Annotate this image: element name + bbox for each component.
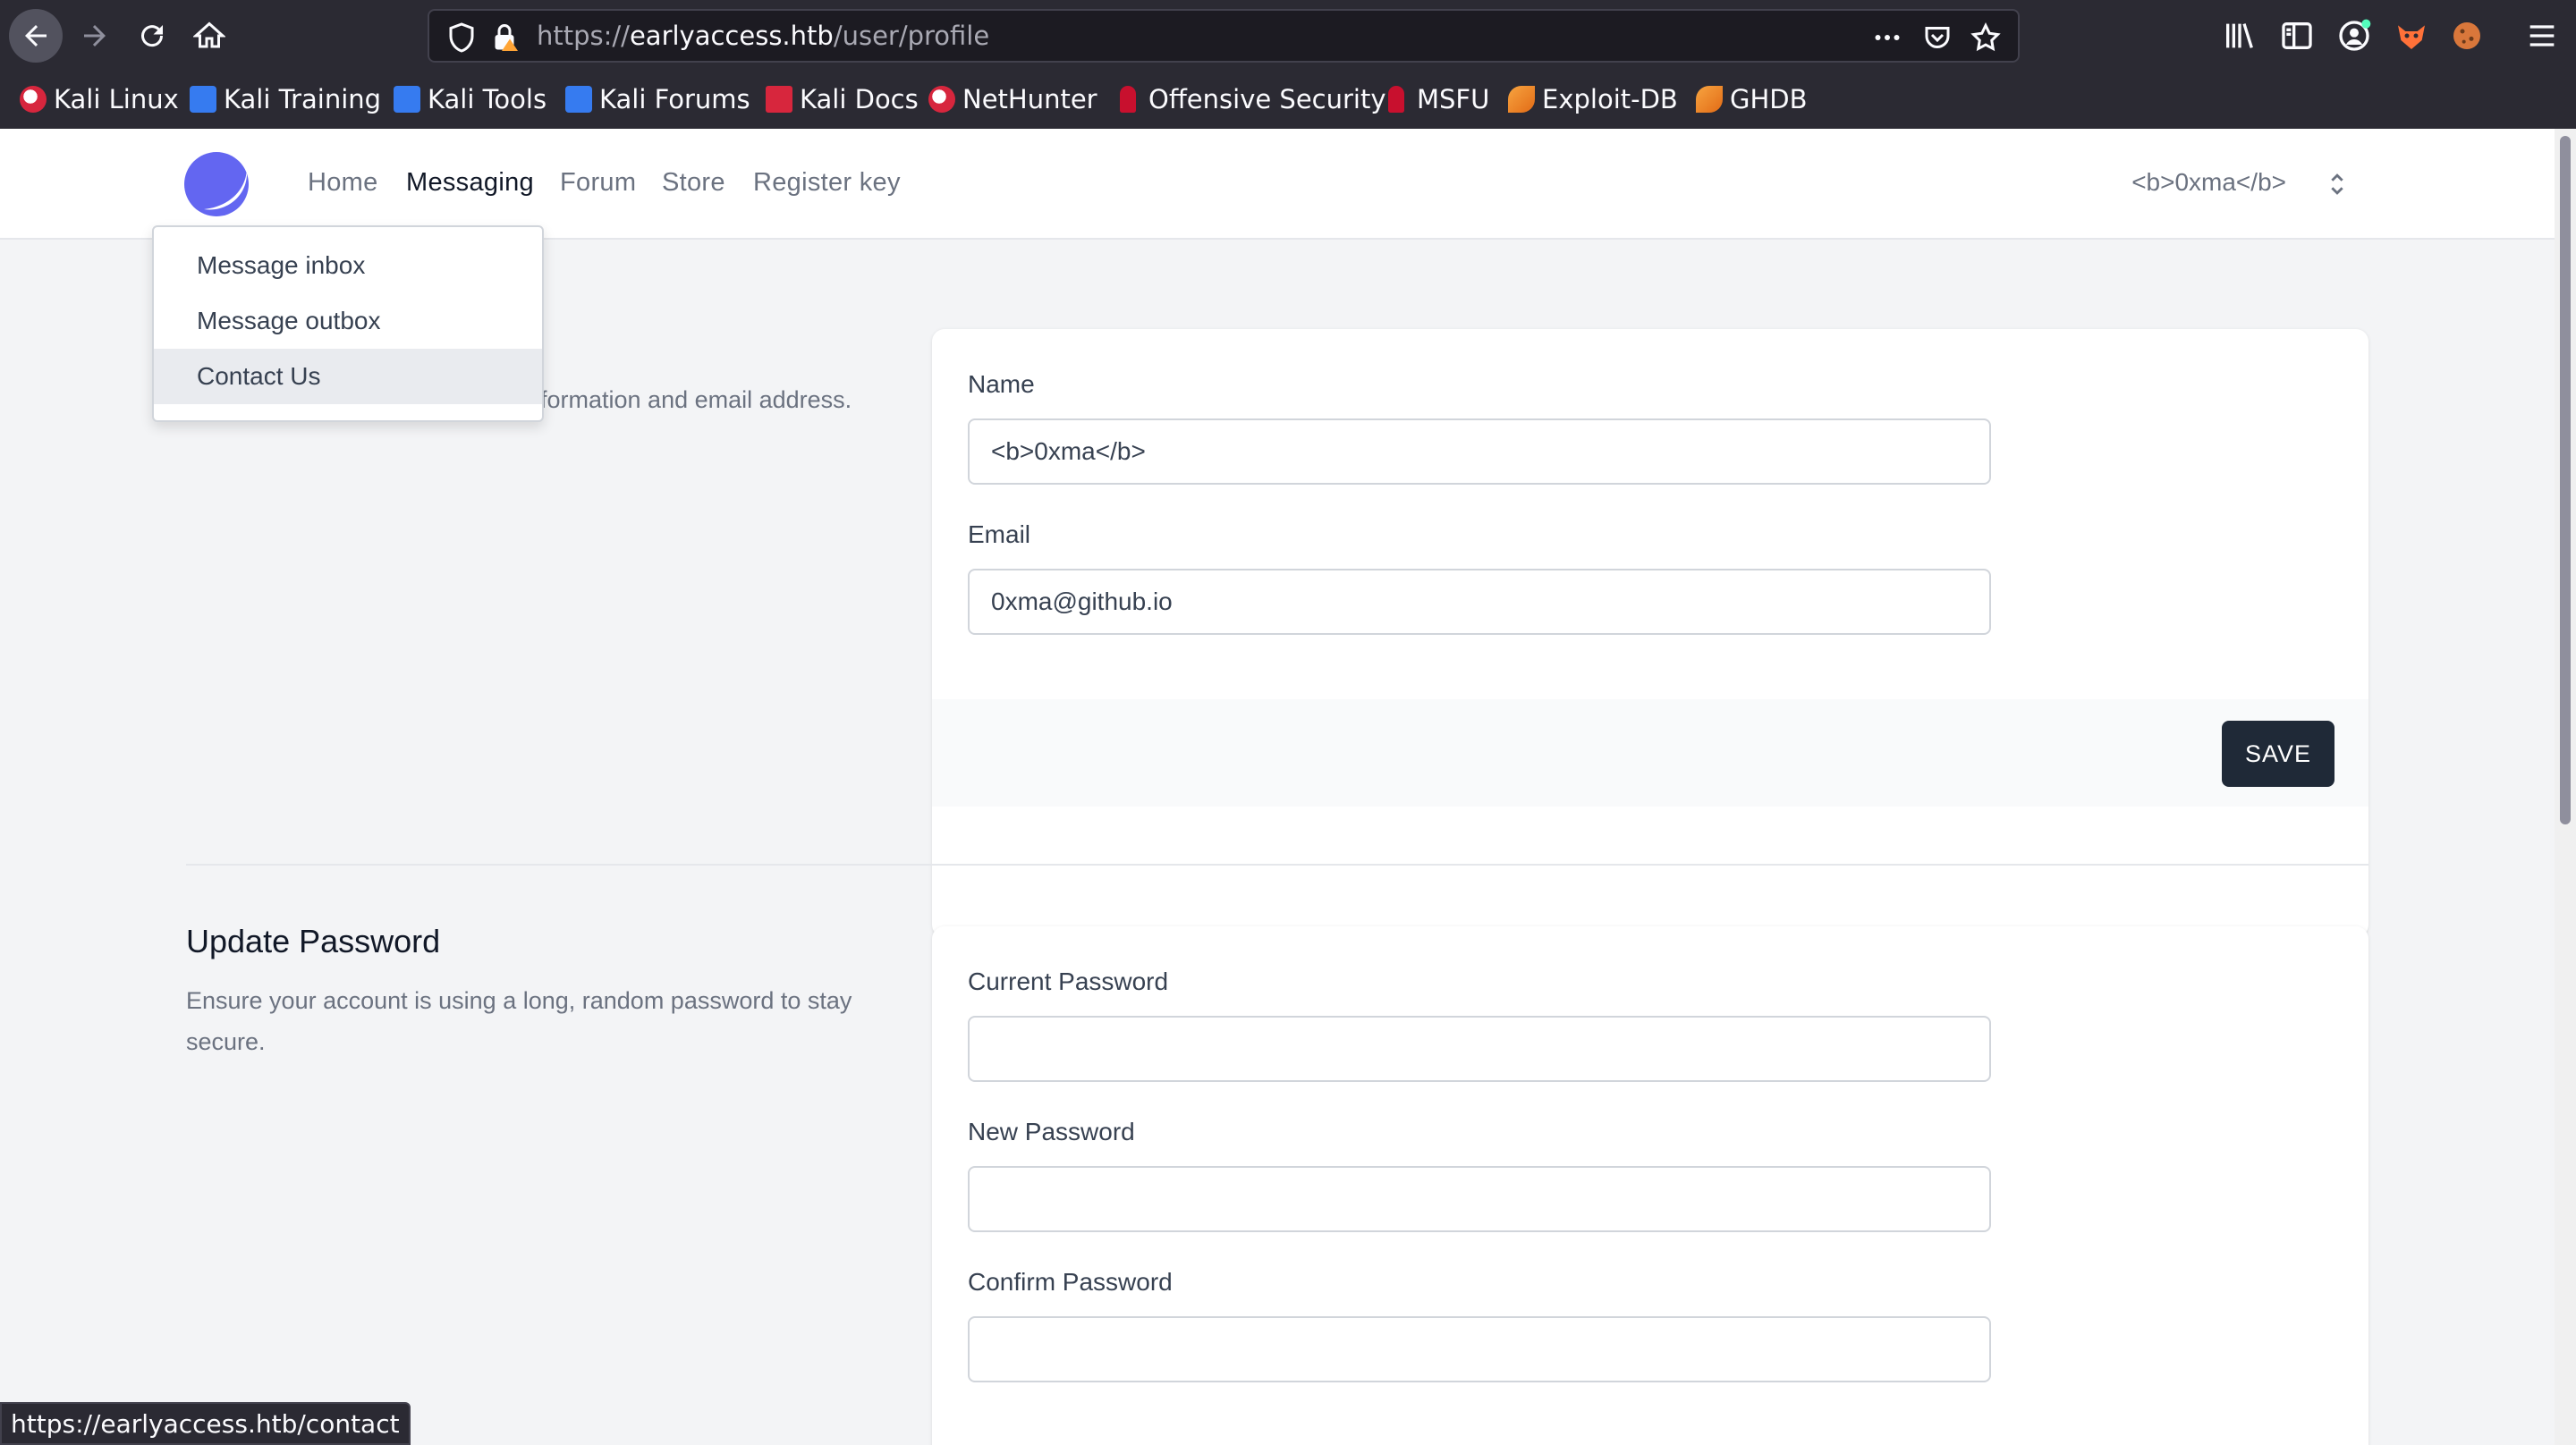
profile-description: formation and email address. <box>540 386 852 413</box>
bookmark-kali-tools[interactable]: Kali Tools <box>394 79 547 120</box>
dropdown-item-contact-us[interactable]: Contact Us <box>154 349 542 404</box>
kali-tools-icon <box>394 86 420 113</box>
nav-home[interactable]: Home <box>308 165 378 200</box>
bookmark-ghdb[interactable]: GHDB <box>1696 79 1808 120</box>
email-label: Email <box>968 520 1031 548</box>
update-password-title: Update Password <box>186 923 441 959</box>
account-icon[interactable] <box>2336 18 2372 54</box>
current-password-field[interactable] <box>968 1016 1991 1082</box>
confirm-password-label: Confirm Password <box>968 1268 1173 1296</box>
update-password-desc-line2: secure. <box>186 1028 266 1055</box>
bookmark-kali-linux[interactable]: Kali Linux <box>20 79 179 120</box>
bookmark-label: MSFU <box>1417 84 1490 114</box>
bookmark-msfu[interactable]: MSFU <box>1383 79 1489 120</box>
link-status-bar: https://earlyaccess.htb/contact <box>0 1402 411 1445</box>
bookmark-kali-docs[interactable]: Kali Docs <box>766 79 919 120</box>
messaging-dropdown: Message inbox Message outbox Contact Us <box>152 225 544 422</box>
chevron-up-down-icon[interactable] <box>2322 168 2352 200</box>
top-navbar: Home Messaging Forum Store Register key … <box>0 129 2555 240</box>
shield-icon[interactable] <box>445 21 478 54</box>
browser-toolbar: https://earlyaccess.htb/user/profile <box>0 0 2576 72</box>
page-viewport: Home Messaging Forum Store Register key … <box>0 129 2555 1445</box>
home-icon <box>193 21 225 48</box>
url-host: earlyaccess.htb <box>629 21 834 51</box>
bookmark-star-icon[interactable] <box>1970 21 2002 54</box>
bookmark-label: Exploit-DB <box>1542 84 1678 114</box>
forward-button[interactable] <box>68 9 122 63</box>
bookmark-nethunter[interactable]: NetHunter <box>928 79 1097 120</box>
nav-register-key[interactable]: Register key <box>753 165 901 200</box>
library-icon[interactable] <box>2222 18 2258 54</box>
url-bar[interactable]: https://earlyaccess.htb/user/profile <box>428 9 2020 63</box>
bookmark-label: Kali Training <box>224 84 382 114</box>
offsec-icon <box>1120 86 1136 113</box>
msfu-icon <box>1388 86 1404 113</box>
kali-training-icon <box>190 86 216 113</box>
profile-info-card: Name <b>0xma</b> Email 0xma@github.io SA… <box>932 329 2368 937</box>
name-label: Name <box>968 370 1035 398</box>
update-password-desc-line1: Ensure your account is using a long, ran… <box>186 987 852 1014</box>
url-scheme: https:// <box>537 21 630 51</box>
profile-card-footer: SAVE <box>932 699 2368 807</box>
kali-dragon-icon <box>20 86 47 113</box>
hamburger-menu-icon[interactable] <box>2524 18 2560 54</box>
bookmarks-toolbar: Kali Linux Kali Training Kali Tools Kali… <box>0 73 2576 125</box>
arrow-left-icon <box>25 25 47 46</box>
insecure-lock-icon[interactable] <box>488 21 521 54</box>
exploit-db-icon <box>1508 86 1535 113</box>
nav-forum[interactable]: Forum <box>560 165 636 200</box>
bookmark-label: Kali Linux <box>54 84 179 114</box>
extension-fox-icon[interactable] <box>2394 18 2429 54</box>
more-dots-icon[interactable] <box>1871 21 1903 54</box>
email-field[interactable]: 0xma@github.io <box>968 569 1991 635</box>
bookmark-exploit-db[interactable]: Exploit-DB <box>1508 79 1678 120</box>
extension-cookie-icon[interactable] <box>2449 18 2485 54</box>
sidebar-icon[interactable] <box>2279 18 2315 54</box>
reload-button[interactable] <box>125 9 179 63</box>
save-button[interactable]: SAVE <box>2222 721 2334 787</box>
reload-icon <box>141 25 164 47</box>
url-path: /user/profile <box>833 21 990 51</box>
back-button[interactable] <box>9 9 63 63</box>
dropdown-item-message-outbox[interactable]: Message outbox <box>154 293 542 349</box>
nav-messaging[interactable]: Messaging <box>406 165 534 200</box>
bookmark-label: Kali Tools <box>428 84 547 114</box>
bookmark-kali-forums[interactable]: Kali Forums <box>565 79 750 120</box>
bookmark-label: Kali Forums <box>599 84 750 114</box>
ghdb-icon <box>1696 86 1723 113</box>
nethunter-icon <box>928 86 955 113</box>
scrollbar-thumb[interactable] <box>2560 136 2571 824</box>
section-divider <box>186 864 2368 866</box>
bookmark-label: NetHunter <box>962 84 1097 114</box>
kali-docs-icon <box>766 86 792 113</box>
name-field[interactable]: <b>0xma</b> <box>968 418 1991 485</box>
site-logo-icon[interactable] <box>182 150 250 218</box>
pocket-icon[interactable] <box>1921 21 1953 54</box>
dropdown-item-message-inbox[interactable]: Message inbox <box>154 238 542 293</box>
new-password-label: New Password <box>968 1118 1135 1145</box>
arrow-right-icon <box>84 25 106 46</box>
update-password-card: Current Password New Password Confirm Pa… <box>932 926 2368 1445</box>
browser-chrome: https://earlyaccess.htb/user/profile Kal… <box>0 0 2576 129</box>
bookmark-kali-training[interactable]: Kali Training <box>190 79 381 120</box>
current-password-label: Current Password <box>968 968 1169 995</box>
bookmark-label: Kali Docs <box>800 84 919 114</box>
bookmark-label: Offensive Security <box>1148 84 1386 114</box>
bookmark-label: GHDB <box>1730 84 1808 114</box>
url-text[interactable]: https://earlyaccess.htb/user/profile <box>537 11 989 61</box>
bookmark-offensive-security[interactable]: Offensive Security <box>1114 79 1386 120</box>
page-scrollbar[interactable] <box>2555 129 2576 1445</box>
nav-store[interactable]: Store <box>662 165 725 200</box>
confirm-password-field[interactable] <box>968 1316 1991 1382</box>
home-button[interactable] <box>182 9 236 63</box>
user-menu-trigger[interactable]: <b>0xma</b> <box>2131 165 2286 200</box>
new-password-field[interactable] <box>968 1166 1991 1232</box>
kali-forums-icon <box>565 86 592 113</box>
